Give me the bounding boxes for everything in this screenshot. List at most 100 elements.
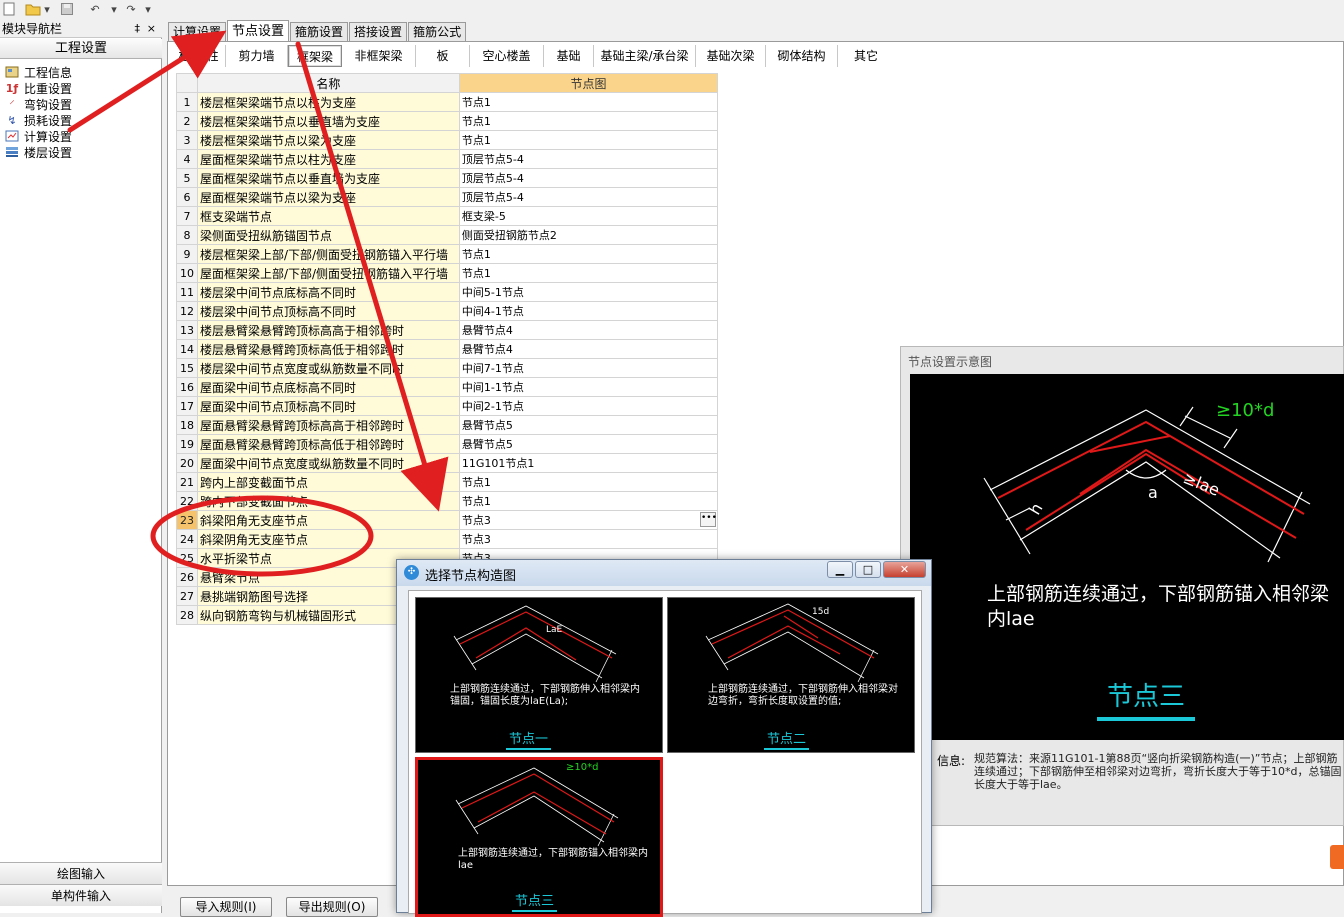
row-node-cell[interactable]: 节点1 xyxy=(458,263,719,283)
row-node-value: 节点3 xyxy=(461,514,491,527)
table-row[interactable]: 13 楼层悬臂梁悬臂跨顶标高高于相邻跨时 悬臂节点4 xyxy=(176,320,719,340)
close-icon[interactable]: × xyxy=(147,20,156,38)
tab-non-frame-beam[interactable]: 非框架梁 xyxy=(342,45,416,67)
minimize-icon[interactable]: ▁ xyxy=(827,561,853,578)
tree-item-hook[interactable]: ⸍ 弯钩设置 xyxy=(4,96,72,112)
table-row[interactable]: 2 楼层框架梁端节点以垂直墙为支座 节点1 xyxy=(176,111,719,131)
redo-icon[interactable]: ↷ xyxy=(124,1,138,17)
row-node-cell[interactable]: 侧面受扭钢筋节点2 xyxy=(458,225,719,245)
tab-lap-settings[interactable]: 搭接设置 xyxy=(349,22,408,42)
table-row[interactable]: 21 跨内上部变截面节点 节点1 xyxy=(176,472,719,492)
ellipsis-button[interactable]: ••• xyxy=(700,512,716,527)
table-row[interactable]: 14 楼层悬臂梁悬臂跨顶标高低于相邻跨时 悬臂节点4 xyxy=(176,339,719,359)
row-node-cell[interactable]: 顶层节点5-4 xyxy=(458,149,719,169)
tab-shear-wall[interactable]: 剪力墙 xyxy=(226,45,288,67)
row-node-cell[interactable]: 中间7-1节点 xyxy=(458,358,719,378)
table-row[interactable]: 19 屋面悬臂梁悬臂跨顶标高低于相邻跨时 悬臂节点5 xyxy=(176,434,719,454)
open-folder-icon[interactable] xyxy=(24,1,42,17)
table-row[interactable]: 18 屋面悬臂梁悬臂跨顶标高高于相邻跨时 悬臂节点5 xyxy=(176,415,719,435)
row-node-cell[interactable]: 悬臂节点4 xyxy=(458,339,719,359)
table-row[interactable]: 9 楼层框架梁上部/下部/侧面受扭钢筋锚入平行墙 节点1 xyxy=(176,244,719,264)
tab-hollow-floor[interactable]: 空心楼盖 xyxy=(470,45,544,67)
table-row[interactable]: 1 楼层框架梁端节点以柱为支座 节点1 xyxy=(176,92,719,112)
table-row[interactable]: 5 屋面框架梁端节点以垂直墙为支座 顶层节点5-4 xyxy=(176,168,719,188)
tab-foundation-main-beam[interactable]: 基础主梁/承台梁 xyxy=(594,45,696,67)
tab-foundation-secondary-beam[interactable]: 基础次梁 xyxy=(696,45,766,67)
row-node-cell[interactable]: 节点3 ••• xyxy=(458,510,719,530)
row-node-cell[interactable]: 中间2-1节点 xyxy=(458,396,719,416)
row-node-cell[interactable]: 悬臂节点5 xyxy=(458,415,719,435)
row-node-value: 节点1 xyxy=(461,476,491,489)
row-node-cell[interactable]: 节点1 xyxy=(458,92,719,112)
tree-item-floor[interactable]: 楼层设置 xyxy=(4,144,72,160)
open-dropdown-icon[interactable]: ▾ xyxy=(42,1,52,17)
tab-slab[interactable]: 板 xyxy=(416,45,470,67)
tab-node-settings[interactable]: 节点设置 xyxy=(227,20,290,41)
row-node-cell[interactable]: 顶层节点5-4 xyxy=(458,168,719,188)
tree-item-density[interactable]: 1ƒ 比重设置 xyxy=(4,80,72,96)
table-row[interactable]: 12 楼层梁中间节点顶标高不同时 中间4-1节点 xyxy=(176,301,719,321)
maximize-icon[interactable]: □ xyxy=(855,561,881,578)
table-row[interactable]: 15 楼层梁中间节点宽度或纵筋数量不同时 中间7-1节点 xyxy=(176,358,719,378)
tab-masonry[interactable]: 砌体结构 xyxy=(766,45,838,67)
node-option-2[interactable]: 15d 上部钢筋连续通过，下部钢筋伸入相邻梁对边弯折，弯折长度取设置的值; 节点… xyxy=(667,597,915,753)
tab-stirrup-formula[interactable]: 箍筋公式 xyxy=(408,22,467,42)
node-option-1[interactable]: LaE 上部钢筋连续通过，下部钢筋伸入相邻梁内锚固，锚固长度为laE(La); … xyxy=(415,597,663,753)
section-project-settings[interactable]: 工程设置 xyxy=(0,39,162,59)
table-row[interactable]: 20 屋面梁中间节点宽度或纵筋数量不同时 11G101节点1 xyxy=(176,453,719,473)
tab-calc-settings[interactable]: 计算设置 xyxy=(168,22,227,42)
table-row[interactable]: 10 屋面框架梁上部/下部/侧面受扭钢筋锚入平行墙 节点1 xyxy=(176,263,719,283)
option-2-label: 15d xyxy=(812,607,829,617)
tree-item-calc[interactable]: 计算设置 xyxy=(4,128,72,144)
preview-h-label: h xyxy=(1025,500,1047,518)
row-node-cell[interactable]: 悬臂节点4 xyxy=(458,320,719,340)
table-row[interactable]: 3 楼层框架梁端节点以梁为支座 节点1 xyxy=(176,130,719,150)
row-node-cell[interactable]: 节点1 xyxy=(458,244,719,264)
new-file-icon[interactable] xyxy=(2,1,16,17)
table-row[interactable]: 8 梁侧面受扭纵筋锚固节点 侧面受扭钢筋节点2 xyxy=(176,225,719,245)
close-icon[interactable]: ✕ xyxy=(883,561,926,578)
row-node-cell[interactable]: 悬臂节点5 xyxy=(458,434,719,454)
save-icon[interactable] xyxy=(60,1,74,17)
row-node-cell[interactable]: 节点1 xyxy=(458,472,719,492)
draw-input-button[interactable]: 绘图输入 xyxy=(0,862,162,884)
undo-dropdown-icon[interactable]: ▾ xyxy=(110,1,118,17)
row-node-cell[interactable]: 中间5-1节点 xyxy=(458,282,719,302)
row-node-cell[interactable]: 框支梁-5 xyxy=(458,206,719,226)
tab-column[interactable]: 柱/墙柱 xyxy=(172,45,226,67)
single-component-input-button[interactable]: 单构件输入 xyxy=(0,884,162,906)
table-row[interactable]: 7 框支梁端节点 框支梁-5 xyxy=(176,206,719,226)
row-number: 3 xyxy=(176,130,198,150)
row-node-cell[interactable]: 节点3 xyxy=(458,529,719,549)
row-node-cell[interactable]: 中间1-1节点 xyxy=(458,377,719,397)
table-row[interactable]: 11 楼层梁中间节点底标高不同时 中间5-1节点 xyxy=(176,282,719,302)
undo-icon[interactable]: ↶ xyxy=(88,1,102,17)
row-node-cell[interactable]: 顶层节点5-4 xyxy=(458,187,719,207)
tab-other[interactable]: 其它 xyxy=(838,45,894,67)
row-number: 8 xyxy=(176,225,198,245)
table-row[interactable]: 16 屋面梁中间节点底标高不同时 中间1-1节点 xyxy=(176,377,719,397)
row-node-cell[interactable]: 中间4-1节点 xyxy=(458,301,719,321)
tree-item-project-info[interactable]: 工程信息 xyxy=(4,64,72,80)
table-row[interactable]: 4 屋面框架梁端节点以柱为支座 顶层节点5-4 xyxy=(176,149,719,169)
row-node-cell[interactable]: 节点1 xyxy=(458,111,719,131)
table-row[interactable]: 6 屋面框架梁端节点以梁为支座 顶层节点5-4 xyxy=(176,187,719,207)
pin-icon[interactable]: ‡ xyxy=(135,20,141,38)
redo-dropdown-icon[interactable]: ▾ xyxy=(144,1,152,17)
tab-foundation[interactable]: 基础 xyxy=(544,45,594,67)
row-node-cell[interactable]: 节点1 xyxy=(458,491,719,511)
table-row[interactable]: 17 屋面梁中间节点顶标高不同时 中间2-1节点 xyxy=(176,396,719,416)
export-rules-button[interactable]: 导出规则(O) xyxy=(286,897,378,917)
table-row[interactable]: 23 斜梁阳角无支座节点 节点3 ••• xyxy=(176,510,719,530)
table-row[interactable]: 22 跨内下部变截面节点 节点1 xyxy=(176,491,719,511)
row-node-cell[interactable]: 节点1 xyxy=(458,130,719,150)
tab-stirrup-settings[interactable]: 箍筋设置 xyxy=(290,22,349,42)
node-option-3[interactable]: ≥10*d 上部钢筋连续通过，下部钢筋锚入相邻梁内lae 节点三 xyxy=(415,757,663,917)
tree-item-loss[interactable]: ↯ 损耗设置 xyxy=(4,112,72,128)
row-number: 22 xyxy=(176,491,198,511)
tab-frame-beam[interactable]: 框架梁 xyxy=(288,45,342,67)
import-rules-button[interactable]: 导入规则(I) xyxy=(180,897,272,917)
row-node-cell[interactable]: 11G101节点1 xyxy=(458,453,719,473)
table-row[interactable]: 24 斜梁阴角无支座节点 节点3 xyxy=(176,529,719,549)
dialog-titlebar[interactable]: ✣ 选择节点构造图 ▁ □ ✕ xyxy=(397,560,931,586)
